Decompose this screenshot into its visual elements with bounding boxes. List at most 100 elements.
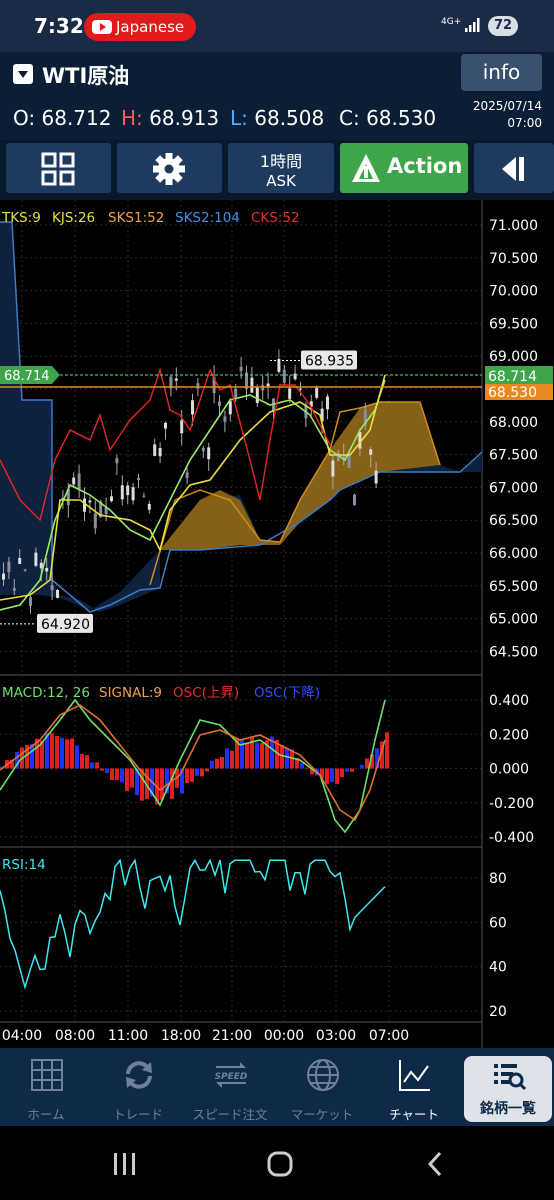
bar-time: 07:00 — [507, 116, 542, 130]
macd-histogram-bar — [85, 755, 89, 769]
price-tick-label: 69.000 — [489, 349, 538, 365]
collapse-left-icon — [502, 157, 524, 181]
macd-histogram-bar — [200, 768, 204, 777]
x-tick-label: 00:00 — [264, 1028, 304, 1044]
candle-body — [115, 458, 119, 464]
macd-histogram-bar — [245, 742, 249, 769]
candle-body — [29, 597, 32, 606]
macd-histogram-bar — [80, 753, 84, 769]
macd-histogram-bar — [340, 768, 344, 778]
price-type-label: ASK — [266, 172, 296, 190]
candle-body — [164, 422, 167, 429]
macd-histogram-bar — [220, 756, 224, 769]
macd-panel — [0, 698, 389, 834]
chart-toolbar: 1時間 ASK Action — [0, 140, 554, 200]
nav-symbol-list[interactable]: 銘柄一覧 — [462, 1048, 554, 1126]
macd-histogram-bar — [60, 737, 64, 769]
price-tick-label: 69.500 — [489, 316, 538, 332]
macd-histogram-bar — [160, 768, 164, 800]
macd-histogram-bar — [360, 764, 364, 769]
macd-histogram-bar — [190, 768, 194, 782]
candle-body — [120, 485, 124, 500]
candle-body — [250, 377, 254, 393]
candle-body — [228, 401, 232, 415]
macd-histogram-bar — [335, 768, 339, 784]
price-tick-label: 65.000 — [489, 612, 538, 628]
nav-home-label: ホーム — [27, 1107, 65, 1122]
candle-body — [7, 561, 11, 572]
settings-button[interactable] — [117, 143, 222, 193]
ohlc-close: C: 68.530 — [339, 106, 437, 130]
macd-tick-label: 0.400 — [489, 693, 529, 709]
info-button[interactable]: info — [461, 54, 542, 91]
dropdown-icon[interactable] — [13, 64, 33, 84]
candle-body — [239, 366, 243, 371]
x-tick-label: 18:00 — [161, 1028, 201, 1044]
candle-body — [234, 388, 238, 399]
candle-body — [191, 400, 194, 415]
instrument-header: WTI原油 info O: 68.712 H: 68.913 L: 68.508… — [0, 52, 554, 140]
nav-market[interactable]: マーケット — [276, 1048, 368, 1126]
price-tick-label: 66.000 — [489, 546, 538, 562]
candle-body — [50, 585, 54, 591]
collapse-panel-button[interactable] — [474, 143, 554, 193]
candle-body — [266, 383, 270, 387]
timeframe-button[interactable]: 1時間 ASK — [228, 143, 334, 193]
macd-histogram-bar — [105, 768, 109, 773]
list-icon — [494, 1064, 526, 1091]
macd-histogram-bar — [260, 743, 264, 769]
candle-body — [315, 387, 319, 398]
macd-histogram-bar — [210, 760, 214, 769]
nav-chart[interactable]: チャート — [368, 1048, 460, 1126]
layout-button[interactable] — [6, 143, 111, 193]
macd-histogram-bar — [50, 733, 54, 769]
candle-body — [2, 573, 5, 580]
back-icon[interactable] — [427, 1151, 443, 1177]
price-tick-label: 70.000 — [489, 284, 538, 300]
bar-date: 2025/07/14 — [472, 99, 542, 113]
candle-body — [185, 472, 189, 479]
nav-speed-order[interactable]: SPEED スピード注文 — [184, 1048, 276, 1126]
candle-body — [88, 500, 92, 503]
candle-body — [77, 473, 81, 490]
action-button[interactable]: Action — [340, 143, 468, 193]
macd-histogram-bar — [300, 762, 304, 769]
nav-home[interactable]: ホーム — [0, 1048, 92, 1126]
macd-histogram-bar — [230, 750, 234, 769]
macd-histogram-bar — [280, 744, 284, 769]
status-time: 7:32 — [34, 14, 84, 38]
legend-sks2: SKS2:104 — [175, 210, 240, 226]
close-value: 68.530 — [366, 106, 437, 130]
refresh-arrows-icon — [126, 1061, 152, 1089]
macd-tick-label: -0.200 — [489, 796, 534, 812]
chart-icon — [399, 1060, 430, 1091]
chart-area[interactable]: 04:00 08:00 11:00 18:00 21:00 00:00 03:00 07:00… — [0, 200, 554, 1048]
home-icon[interactable] — [267, 1151, 293, 1177]
nav-symbol-list-label: 銘柄一覧 — [480, 1101, 536, 1117]
instrument-symbol[interactable]: WTI原油 — [42, 60, 129, 90]
grid-icon — [31, 1059, 63, 1091]
legend-osc-down: OSC(下降) — [254, 685, 320, 701]
recent-apps-icon[interactable] — [112, 1153, 138, 1175]
nav-speed-order-label: スピード注文 — [192, 1107, 268, 1122]
candle-body — [72, 477, 76, 485]
macd-histogram-bar — [205, 768, 209, 772]
rsi-tick-label: 60 — [489, 915, 507, 931]
nav-trade[interactable]: トレード — [92, 1048, 184, 1126]
candle-body — [18, 557, 22, 564]
price-tick-label: 65.500 — [489, 579, 538, 595]
macd-histogram-bar — [285, 748, 289, 769]
macd-tick-label: 0.200 — [489, 727, 529, 743]
nav-trade-label: トレード — [112, 1107, 163, 1122]
legend-macd: MACD:12, 26 — [2, 685, 90, 701]
open-value: 68.712 — [41, 106, 112, 130]
macd-histogram-bar — [90, 762, 94, 769]
notification-pill[interactable]: Japanese — [84, 13, 196, 41]
macd-tick-label: -0.400 — [489, 830, 534, 846]
macd-histogram-bar — [115, 768, 119, 780]
macd-histogram-bar — [130, 768, 134, 788]
macd-histogram-bar — [75, 745, 79, 769]
current-price-tag-right-label: 68.714 — [488, 369, 537, 385]
macd-histogram-bar — [95, 762, 99, 769]
gear-icon — [153, 153, 185, 185]
